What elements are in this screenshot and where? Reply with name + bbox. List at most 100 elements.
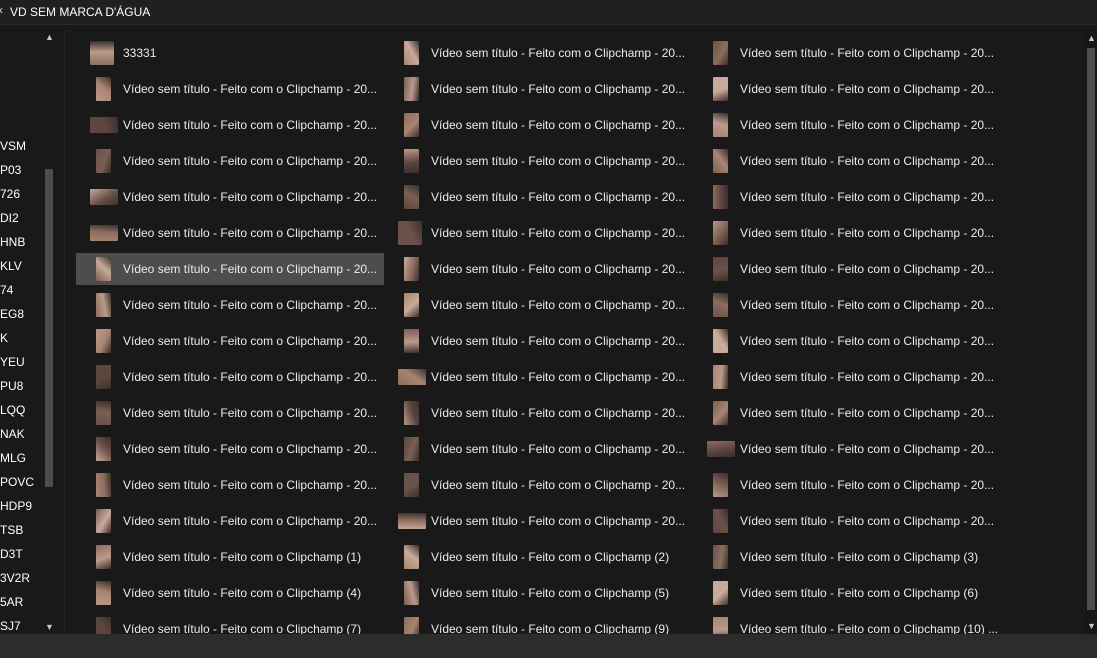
file-item[interactable]: Vídeo sem título - Feito com o Clipchamp… <box>384 289 692 321</box>
nav-item[interactable]: VSM <box>0 138 26 154</box>
file-name: Vídeo sem título - Feito com o Clipchamp… <box>740 190 995 204</box>
nav-item[interactable]: TSB <box>0 522 23 538</box>
file-item[interactable]: Vídeo sem título - Feito com o Clipchamp… <box>76 541 384 573</box>
video-thumbnail-icon <box>96 329 111 353</box>
file-item[interactable]: Vídeo sem título - Feito com o Clipchamp… <box>76 109 384 141</box>
video-thumbnail-icon <box>404 581 419 605</box>
video-thumbnail-icon <box>404 113 419 137</box>
file-item[interactable]: Vídeo sem título - Feito com o Clipchamp… <box>384 181 692 213</box>
file-name: Vídeo sem título - Feito com o Clipchamp… <box>123 622 362 634</box>
file-item[interactable]: Vídeo sem título - Feito com o Clipchamp… <box>76 469 384 501</box>
file-item[interactable]: Vídeo sem título - Feito com o Clipchamp… <box>384 217 692 249</box>
file-name: Vídeo sem título - Feito com o Clipchamp… <box>740 622 999 634</box>
file-item[interactable]: Vídeo sem título - Feito com o Clipchamp… <box>384 325 692 357</box>
scroll-down-icon[interactable]: ▼ <box>45 622 54 632</box>
nav-item[interactable]: 3V2R <box>0 570 30 586</box>
scroll-up-icon[interactable]: ▲ <box>45 32 54 42</box>
video-thumbnail-icon <box>96 401 111 425</box>
nav-item[interactable]: KLV <box>0 258 22 274</box>
nav-item[interactable]: P03 <box>0 162 21 178</box>
file-item[interactable]: Vídeo sem título - Feito com o Clipchamp… <box>384 577 692 609</box>
file-item[interactable]: Vídeo sem título - Feito com o Clipchamp… <box>693 217 1001 249</box>
file-list: 33331 Vídeo sem título - Feito com o Clip… <box>66 30 1084 634</box>
scroll-up-icon[interactable]: ▲ <box>1087 33 1096 43</box>
file-item[interactable]: Vídeo sem título - Feito com o Clipchamp… <box>76 613 384 634</box>
file-item[interactable]: Vídeo sem título - Feito com o Clipchamp… <box>693 325 1001 357</box>
nav-item[interactable]: K <box>0 330 8 346</box>
file-name: Vídeo sem título - Feito com o Clipchamp… <box>123 226 378 240</box>
file-item[interactable]: Vídeo sem título - Feito com o Clipchamp… <box>384 361 692 393</box>
file-item[interactable]: Vídeo sem título - Feito com o Clipchamp… <box>76 181 384 213</box>
file-name: Vídeo sem título - Feito com o Clipchamp… <box>123 370 378 384</box>
nav-item[interactable]: LQQ <box>0 402 25 418</box>
file-item[interactable]: 33331 <box>76 37 384 69</box>
file-item[interactable]: Vídeo sem título - Feito com o Clipchamp… <box>384 73 692 105</box>
content-scroll-thumb[interactable] <box>1087 48 1095 610</box>
file-item[interactable]: Vídeo sem título - Feito com o Clipchamp… <box>384 541 692 573</box>
file-item[interactable]: Vídeo sem título - Feito com o Clipchamp… <box>693 109 1001 141</box>
nav-scroll-thumb[interactable] <box>45 169 53 487</box>
window-title: VD SEM MARCA D'ÁGUA <box>10 5 151 19</box>
video-thumbnail-icon <box>713 185 728 209</box>
file-item[interactable]: Vídeo sem título - Feito com o Clipchamp… <box>76 217 384 249</box>
content-scrollbar[interactable]: ▲ ▼ <box>1085 30 1097 634</box>
file-item[interactable]: Vídeo sem título - Feito com o Clipchamp… <box>384 37 692 69</box>
nav-item[interactable]: 726 <box>0 186 20 202</box>
file-name: Vídeo sem título - Feito com o Clipchamp… <box>740 370 995 384</box>
file-item[interactable]: Vídeo sem título - Feito com o Clipchamp… <box>693 73 1001 105</box>
back-arrow-icon[interactable]: ‹ <box>0 3 3 17</box>
file-item[interactable]: Vídeo sem título - Feito com o Clipchamp… <box>76 577 384 609</box>
file-item[interactable]: Vídeo sem título - Feito com o Clipchamp… <box>693 253 1001 285</box>
nav-item[interactable]: 5AR <box>0 594 23 610</box>
file-item[interactable]: Vídeo sem título - Feito com o Clipchamp… <box>693 541 1001 573</box>
nav-item[interactable]: DI2 <box>0 210 19 226</box>
nav-item[interactable]: PU8 <box>0 378 23 394</box>
file-item[interactable]: Vídeo sem título - Feito com o Clipchamp… <box>76 325 384 357</box>
nav-item[interactable]: POVC <box>0 474 34 490</box>
file-item[interactable]: Vídeo sem título - Feito com o Clipchamp… <box>384 397 692 429</box>
file-item[interactable]: Vídeo sem título - Feito com o Clipchamp… <box>693 613 1001 634</box>
file-item[interactable]: Vídeo sem título - Feito com o Clipchamp… <box>693 469 1001 501</box>
file-item[interactable]: Vídeo sem título - Feito com o Clipchamp… <box>384 505 692 537</box>
file-item[interactable]: Vídeo sem título - Feito com o Clipchamp… <box>76 397 384 429</box>
file-item[interactable]: Vídeo sem título - Feito com o Clipchamp… <box>693 361 1001 393</box>
file-item[interactable]: Vídeo sem título - Feito com o Clipchamp… <box>384 613 692 634</box>
file-name: Vídeo sem título - Feito com o Clipchamp… <box>431 82 686 96</box>
video-thumbnail-icon <box>96 545 111 569</box>
nav-item[interactable]: HNB <box>0 234 25 250</box>
file-item[interactable]: Vídeo sem título - Feito com o Clipchamp… <box>384 253 692 285</box>
file-item[interactable]: Vídeo sem título - Feito com o Clipchamp… <box>384 469 692 501</box>
nav-scrollbar[interactable]: ▲ ▼ <box>43 30 57 634</box>
file-item[interactable]: Vídeo sem título - Feito com o Clipchamp… <box>693 181 1001 213</box>
scroll-down-icon[interactable]: ▼ <box>1087 621 1096 631</box>
file-item[interactable]: Vídeo sem título - Feito com o Clipchamp… <box>76 361 384 393</box>
file-item[interactable]: Vídeo sem título - Feito com o Clipchamp… <box>693 289 1001 321</box>
file-item[interactable]: Vídeo sem título - Feito com o Clipchamp… <box>693 37 1001 69</box>
nav-item[interactable]: SJ7 <box>0 618 21 634</box>
file-item[interactable]: Vídeo sem título - Feito com o Clipchamp… <box>76 73 384 105</box>
file-item[interactable]: Vídeo sem título - Feito com o Clipchamp… <box>76 505 384 537</box>
nav-item[interactable]: MLG <box>0 450 26 466</box>
file-item[interactable]: Vídeo sem título - Feito com o Clipchamp… <box>76 289 384 321</box>
file-item[interactable]: Vídeo sem título - Feito com o Clipchamp… <box>76 253 384 285</box>
video-thumbnail-icon <box>96 473 111 497</box>
file-item[interactable]: Vídeo sem título - Feito com o Clipchamp… <box>76 145 384 177</box>
nav-item[interactable]: D3T <box>0 546 23 562</box>
file-item[interactable]: Vídeo sem título - Feito com o Clipchamp… <box>693 433 1001 465</box>
nav-item[interactable]: NAK <box>0 426 25 442</box>
file-item[interactable]: Vídeo sem título - Feito com o Clipchamp… <box>76 433 384 465</box>
file-name: Vídeo sem título - Feito com o Clipchamp… <box>123 262 378 276</box>
file-item[interactable]: Vídeo sem título - Feito com o Clipchamp… <box>693 505 1001 537</box>
file-item[interactable]: Vídeo sem título - Feito com o Clipchamp… <box>693 397 1001 429</box>
nav-item[interactable]: 74 <box>0 282 13 298</box>
file-item[interactable]: Vídeo sem título - Feito com o Clipchamp… <box>693 577 1001 609</box>
nav-item[interactable]: HDP9 <box>0 498 32 514</box>
video-thumbnail-icon <box>404 185 419 209</box>
pane-divider[interactable] <box>64 30 65 634</box>
nav-item[interactable]: EG8 <box>0 306 24 322</box>
file-item[interactable]: Vídeo sem título - Feito com o Clipchamp… <box>384 109 692 141</box>
nav-item[interactable]: YEU <box>0 354 25 370</box>
file-item[interactable]: Vídeo sem título - Feito com o Clipchamp… <box>384 145 692 177</box>
file-item[interactable]: Vídeo sem título - Feito com o Clipchamp… <box>693 145 1001 177</box>
file-item[interactable]: Vídeo sem título - Feito com o Clipchamp… <box>384 433 692 465</box>
